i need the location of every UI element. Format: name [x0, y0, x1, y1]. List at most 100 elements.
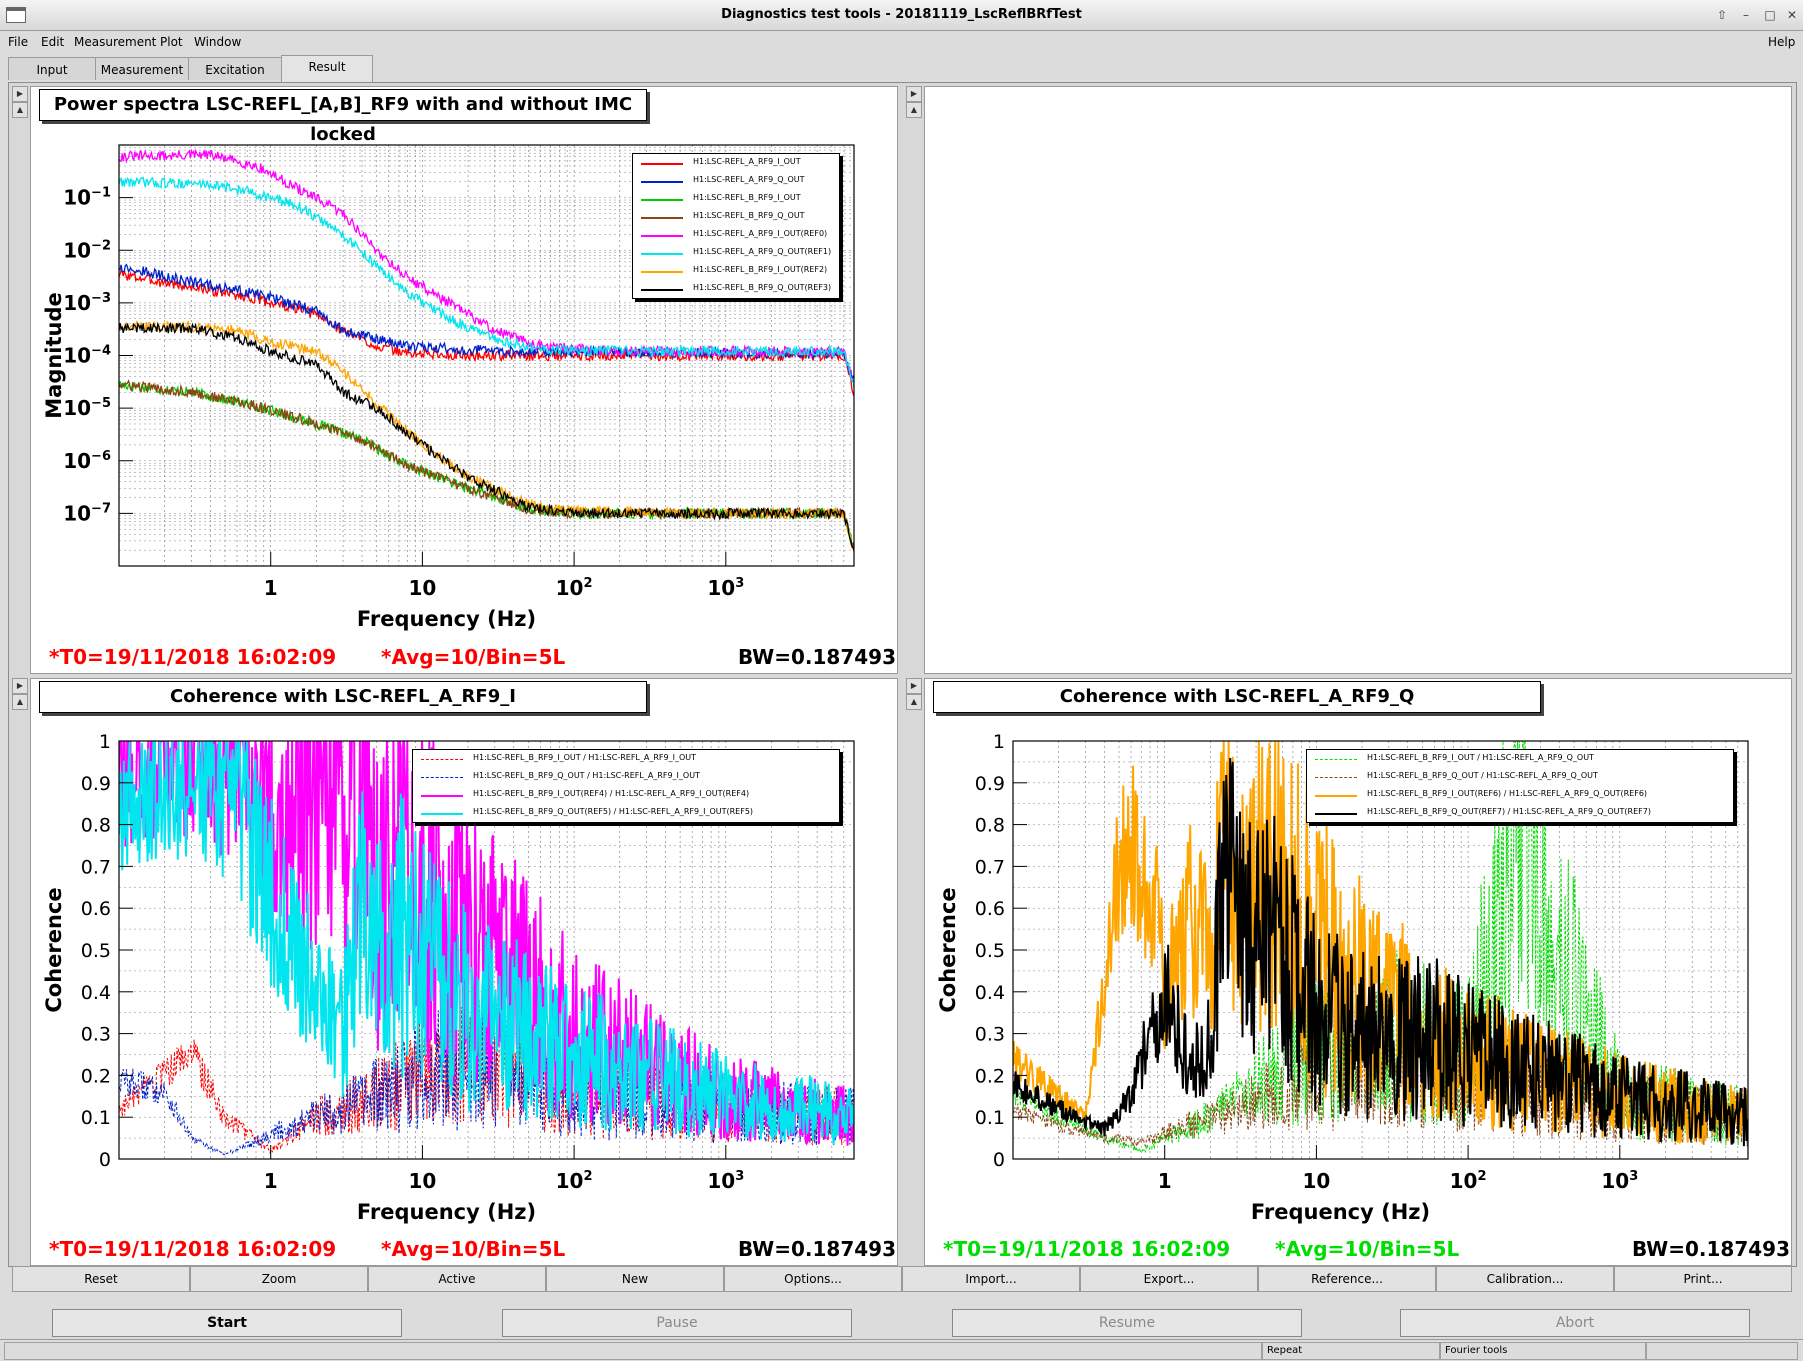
pad-arrow-right-icon[interactable]: ▶ — [12, 86, 28, 102]
y-tick-label: 0.8 — [81, 815, 111, 837]
legend-swatch — [421, 795, 463, 797]
y-tick-label: 0.4 — [975, 982, 1005, 1004]
resume-button[interactable]: Resume — [952, 1309, 1302, 1337]
x-tick-label: 10 — [408, 1169, 436, 1193]
legend-swatch — [641, 271, 683, 273]
chart-legend: H1:LSC-REFL_B_RF9_I_OUT / H1:LSC-REFL_A_… — [412, 749, 840, 823]
menu-plot[interactable]: Plot — [160, 35, 183, 49]
y-tick-label: 0.6 — [975, 898, 1005, 920]
active-button[interactable]: Active — [368, 1266, 546, 1292]
legend-label: H1:LSC-REFL_A_RF9_I_OUT — [693, 157, 801, 166]
plot-pad-empty[interactable] — [924, 86, 1792, 674]
legend-entry: H1:LSC-REFL_A_RF9_I_OUT — [633, 154, 839, 172]
y-axis-label: Coherence — [936, 887, 960, 1012]
y-tick-label: 0.4 — [81, 982, 111, 1004]
pause-button[interactable]: Pause — [502, 1309, 852, 1337]
legend-entry: H1:LSC-REFL_B_RF9_Q_OUT(REF3) — [633, 280, 839, 298]
tab-input[interactable]: Input — [8, 57, 96, 80]
y-tick-label: 0.8 — [975, 815, 1005, 837]
legend-entry: H1:LSC-REFL_B_RF9_Q_OUT(REF7) / H1:LSC-R… — [1307, 804, 1733, 822]
y-tick-label: 0.9 — [81, 773, 111, 795]
legend-swatch — [1315, 813, 1357, 815]
new-button[interactable]: New — [546, 1266, 724, 1292]
legend-swatch — [641, 217, 683, 219]
y-tick-label: 10−6 — [63, 449, 111, 473]
tab-excitation[interactable]: Excitation — [188, 57, 282, 80]
pad-arrow-right-icon[interactable]: ▶ — [906, 86, 922, 102]
print-button[interactable]: Print... — [1614, 1266, 1792, 1292]
plot-title: Coherence with LSC-REFL_A_RF9_Q — [933, 681, 1541, 713]
y-tick-label: 10−7 — [63, 501, 111, 525]
menu-help[interactable]: Help — [1768, 35, 1795, 49]
legend-entry: H1:LSC-REFL_B_RF9_I_OUT(REF4) / H1:LSC-R… — [413, 786, 839, 804]
status-message — [4, 1342, 1262, 1360]
tab-result[interactable]: Result — [281, 55, 373, 82]
legend-label: H1:LSC-REFL_B_RF9_Q_OUT(REF3) — [693, 283, 832, 292]
legend-label: H1:LSC-REFL_B_RF9_I_OUT(REF2) — [693, 265, 828, 274]
pad-arrow-up-icon[interactable]: ▲ — [12, 102, 28, 118]
reference-button[interactable]: Reference... — [1258, 1266, 1436, 1292]
window-titlebar: Diagnostics test tools - 20181119_LscRef… — [0, 0, 1803, 31]
y-tick-label: 0.6 — [81, 898, 111, 920]
x-axis-label: Frequency (Hz) — [357, 607, 536, 631]
legend-swatch — [641, 199, 683, 201]
legend-entry: H1:LSC-REFL_B_RF9_I_OUT(REF2) — [633, 262, 839, 280]
menu-edit[interactable]: Edit — [41, 35, 64, 49]
plot-pad-coherence-q[interactable]: 1 10 102 103 0 0.1 0.2 0.3 0.4 0.5 0.6 0.7 0.8 0.9 1 Fr… — [924, 678, 1792, 1266]
legend-label: H1:LSC-REFL_A_RF9_Q_OUT(REF1) — [693, 247, 832, 256]
legend-entry: H1:LSC-REFL_B_RF9_I_OUT — [633, 190, 839, 208]
legend-label: H1:LSC-REFL_B_RF9_I_OUT — [693, 193, 801, 202]
maximize-icon[interactable]: □ — [1761, 6, 1779, 24]
zoom-button[interactable]: Zoom — [190, 1266, 368, 1292]
x-axis-label: Frequency (Hz) — [1251, 1200, 1430, 1224]
menu-bar: File Edit Measurement Plot Window Help — [0, 31, 1803, 53]
y-tick-label: 0.7 — [975, 856, 1005, 878]
bandwidth-label: BW=0.187493 — [738, 645, 896, 669]
y-tick-label: 10−2 — [63, 238, 111, 262]
y-tick-label: 1 — [993, 731, 1005, 753]
plot-pad-coherence-i[interactable]: 1 10 102 103 0 0.1 0.2 0.3 0.4 0.5 0.6 0.7 0.8 0.9 1 Fr… — [30, 678, 898, 1266]
options-button[interactable]: Options... — [724, 1266, 902, 1292]
menu-window[interactable]: Window — [194, 35, 241, 49]
legend-label: H1:LSC-REFL_B_RF9_Q_OUT — [693, 211, 805, 220]
minimize-icon[interactable]: – — [1737, 6, 1755, 24]
legend-swatch — [421, 777, 463, 778]
menu-file[interactable]: File — [8, 35, 28, 49]
shade-icon[interactable]: ⇧ — [1713, 6, 1731, 24]
close-icon[interactable]: ✕ — [1783, 6, 1801, 24]
y-tick-label: 0.3 — [81, 1024, 111, 1046]
export-button[interactable]: Export... — [1080, 1266, 1258, 1292]
calibration-button[interactable]: Calibration... — [1436, 1266, 1614, 1292]
x-tick-label: 1 — [1158, 1169, 1172, 1193]
legend-label: H1:LSC-REFL_B_RF9_I_OUT(REF6) / H1:LSC-R… — [1367, 789, 1648, 798]
abort-button[interactable]: Abort — [1400, 1309, 1750, 1337]
pad-arrow-up-icon[interactable]: ▲ — [12, 694, 28, 710]
legend-entry: H1:LSC-REFL_B_RF9_Q_OUT — [633, 208, 839, 226]
legend-swatch — [641, 181, 683, 183]
start-button[interactable]: Start — [52, 1309, 402, 1337]
legend-entry: H1:LSC-REFL_B_RF9_I_OUT / H1:LSC-REFL_A_… — [1307, 750, 1733, 768]
x-tick-label: 1 — [264, 1169, 278, 1193]
legend-entry: H1:LSC-REFL_B_RF9_I_OUT / H1:LSC-REFL_A_… — [413, 750, 839, 768]
x-tick-label: 10 — [1302, 1169, 1330, 1193]
status-repeat: Repeat — [1262, 1342, 1440, 1360]
bandwidth-label: BW=0.187493 — [738, 1237, 896, 1261]
t0-label: *T0=19/11/2018 16:02:09 — [49, 645, 337, 669]
legend-label: H1:LSC-REFL_B_RF9_Q_OUT / H1:LSC-REFL_A_… — [1367, 771, 1598, 780]
x-tick-label: 102 — [1450, 1169, 1487, 1193]
t0-label: *T0=19/11/2018 16:02:09 — [49, 1237, 337, 1261]
x-tick-label: 1 — [264, 576, 278, 600]
legend-swatch — [421, 813, 463, 815]
x-tick-label: 102 — [556, 1169, 593, 1193]
bandwidth-label: BW=0.187493 — [1632, 1237, 1790, 1261]
pad-arrow-up-icon[interactable]: ▲ — [906, 102, 922, 118]
plot-pad-power-spectra[interactable]: 1 10 102 103 10−7 10−6 10−5 10−4 10−3 10−2 10−1 Fre… — [30, 86, 898, 674]
import-button[interactable]: Import... — [902, 1266, 1080, 1292]
pad-arrow-right-icon[interactable]: ▶ — [12, 678, 28, 694]
pad-arrow-up-icon[interactable]: ▲ — [906, 694, 922, 710]
menu-measurement[interactable]: Measurement — [74, 35, 156, 49]
tab-measurement[interactable]: Measurement — [95, 57, 189, 80]
legend-label: H1:LSC-REFL_B_RF9_Q_OUT(REF5) / H1:LSC-R… — [473, 807, 754, 816]
reset-button[interactable]: Reset — [12, 1266, 190, 1292]
pad-arrow-right-icon[interactable]: ▶ — [906, 678, 922, 694]
